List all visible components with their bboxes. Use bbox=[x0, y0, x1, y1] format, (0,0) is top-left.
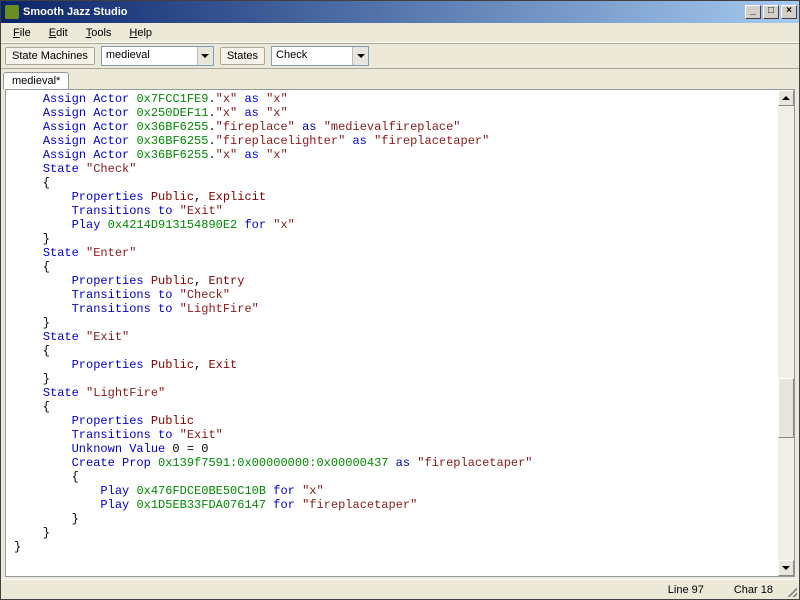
state-machines-dropdown-button[interactable] bbox=[197, 47, 213, 65]
title-bar: Smooth Jazz Studio _ □ × bbox=[1, 1, 799, 23]
menu-bar: File Edit Tools Help bbox=[1, 23, 799, 43]
states-value: Check bbox=[272, 47, 352, 65]
minimize-button[interactable]: _ bbox=[745, 5, 761, 19]
chevron-up-icon bbox=[782, 96, 790, 100]
close-button[interactable]: × bbox=[781, 5, 797, 19]
chevron-down-icon bbox=[357, 54, 365, 58]
chevron-down-icon bbox=[782, 566, 790, 570]
window-title: Smooth Jazz Studio bbox=[23, 6, 745, 18]
states-dropdown-button[interactable] bbox=[352, 47, 368, 65]
scroll-down-button[interactable] bbox=[778, 560, 794, 576]
vertical-scrollbar[interactable] bbox=[778, 90, 794, 576]
scroll-up-button[interactable] bbox=[778, 90, 794, 106]
scroll-thumb[interactable] bbox=[778, 378, 794, 438]
status-line: Line 97 bbox=[668, 584, 704, 596]
menu-tools[interactable]: Tools bbox=[78, 25, 120, 41]
menu-edit[interactable]: Edit bbox=[41, 25, 76, 41]
window-controls: _ □ × bbox=[745, 5, 797, 19]
chevron-down-icon bbox=[201, 54, 209, 58]
code-editor[interactable]: Assign Actor 0x7FCC1FE9."x" as "x" Assig… bbox=[6, 90, 778, 576]
resize-grip[interactable] bbox=[785, 585, 797, 597]
states-combo[interactable]: Check bbox=[271, 46, 369, 66]
state-machines-label: State Machines bbox=[5, 47, 95, 65]
app-icon bbox=[5, 5, 19, 19]
tab-strip: medieval* bbox=[1, 69, 799, 89]
tab-medieval[interactable]: medieval* bbox=[3, 72, 69, 89]
states-label: States bbox=[220, 47, 265, 65]
state-machines-combo[interactable]: medieval bbox=[101, 46, 214, 66]
editor-area: Assign Actor 0x7FCC1FE9."x" as "x" Assig… bbox=[5, 89, 795, 577]
scroll-track[interactable] bbox=[778, 106, 794, 560]
menu-help[interactable]: Help bbox=[121, 25, 160, 41]
maximize-button[interactable]: □ bbox=[763, 5, 779, 19]
toolbar: State Machines medieval States Check bbox=[1, 43, 799, 69]
status-char: Char 18 bbox=[734, 584, 773, 596]
state-machines-value: medieval bbox=[102, 47, 197, 65]
status-bar: Line 97 Char 18 bbox=[1, 579, 799, 599]
menu-file[interactable]: File bbox=[5, 25, 39, 41]
